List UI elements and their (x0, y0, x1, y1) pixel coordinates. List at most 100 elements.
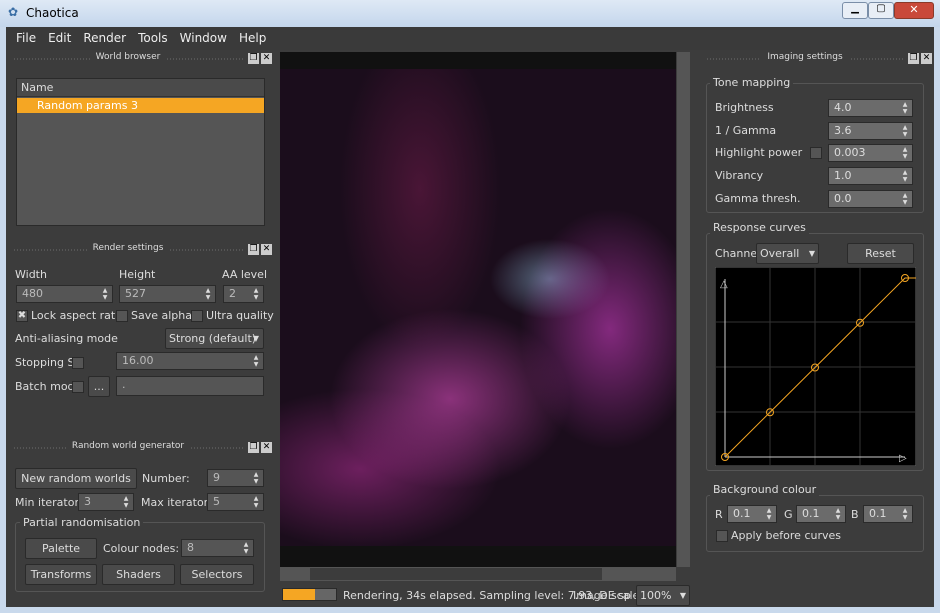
aa-level-spinbox[interactable]: 2 ▲ ▼ (223, 285, 264, 303)
close-button[interactable]: ✕ (894, 2, 934, 19)
float-icon[interactable]: ❐ (248, 244, 259, 255)
render-settings-title: Render settings (86, 243, 170, 253)
imaging-title: Imaging settings (761, 52, 849, 62)
g-label: G (784, 508, 793, 521)
r-label: R (715, 508, 723, 521)
spin-arrows-icon[interactable]: ▲ ▼ (899, 101, 911, 116)
selectors-button[interactable]: Selectors (180, 564, 254, 585)
spin-arrows-icon[interactable]: ▲ ▼ (99, 287, 111, 302)
spin-arrows-icon[interactable]: ▲ ▼ (250, 287, 262, 302)
tone-row-spinbox[interactable]: 0.0 ▲ ▼ (828, 189, 913, 208)
menu-bar: File Edit Render Tools Window Help (6, 27, 934, 50)
image-scale-dropdown[interactable]: 100% ▼ (636, 585, 690, 606)
menu-file[interactable]: File (10, 27, 42, 49)
width-label: Width (15, 268, 47, 281)
reset-button[interactable]: Reset (847, 243, 914, 264)
number-spinbox[interactable]: 9 ▲ ▼ (207, 469, 264, 487)
horizontal-scrollbar[interactable] (280, 567, 676, 581)
transforms-button[interactable]: Transforms (25, 564, 97, 585)
stopping-sl-checkbox[interactable] (72, 357, 84, 369)
spin-arrows-icon[interactable]: ▲ ▼ (899, 146, 911, 161)
scroll-thumb[interactable] (310, 568, 602, 580)
tone-row-spinbox[interactable]: 4.0 ▲ ▼ (828, 99, 913, 117)
image-scale-value: 100% (640, 589, 672, 602)
column-name[interactable]: Name (17, 79, 264, 97)
menu-edit[interactable]: Edit (42, 27, 77, 49)
batch-mode-checkbox[interactable] (72, 381, 84, 393)
stopping-sl-spinbox[interactable]: 16.00 ▲ ▼ (116, 352, 264, 370)
r-spinbox[interactable]: 0.1 ▲ ▼ (727, 505, 777, 523)
lock-aspect-label: Lock aspect ratio (31, 309, 126, 322)
aa-mode-dropdown[interactable]: Strong (default) ▼ (165, 328, 264, 349)
spin-arrows-icon[interactable]: ▲ ▼ (899, 169, 911, 184)
y-axis-arrow-icon: △ (720, 279, 728, 290)
world-tree[interactable]: Name Random params 3 (16, 78, 265, 226)
aa-level-label: AA level (222, 268, 268, 281)
vertical-scrollbar[interactable] (677, 52, 690, 567)
close-icon[interactable]: ✕ (261, 53, 272, 64)
float-icon[interactable]: ❐ (248, 53, 259, 64)
fractal-render-image (280, 69, 676, 546)
menu-render[interactable]: Render (77, 27, 132, 49)
g-spinbox[interactable]: 0.1 ▲ ▼ (796, 505, 846, 523)
batch-path-input[interactable]: . (116, 376, 264, 396)
colour-nodes-value: 8 (187, 541, 194, 554)
aa-value: 2 (229, 287, 236, 300)
tone-row-spinbox[interactable]: 3.6 ▲ ▼ (828, 121, 913, 140)
partial-randomisation-label: Partial randomisation (20, 516, 144, 529)
spin-arrows-icon[interactable]: ▲ ▼ (202, 287, 214, 302)
highlight-power-checkbox[interactable] (810, 147, 822, 160)
tone-row-value: 3.6 (834, 123, 852, 137)
colour-nodes-spinbox[interactable]: 8 ▲ ▼ (181, 539, 254, 557)
max-iterators-spinbox[interactable]: 5 ▲ ▼ (207, 493, 264, 511)
menu-window[interactable]: Window (174, 27, 233, 49)
spin-arrows-icon[interactable]: ▲ ▼ (250, 354, 262, 369)
tone-row-value: 0.0 (834, 191, 852, 205)
minimize-button[interactable]: ▁ (842, 2, 868, 19)
width-value: 480 (22, 287, 43, 300)
render-viewport[interactable] (280, 52, 676, 567)
shaders-button[interactable]: Shaders (102, 564, 175, 585)
new-random-worlds-button[interactable]: New random worlds (15, 468, 137, 489)
batch-browse-button[interactable]: ... (88, 376, 110, 397)
x-axis-arrow-icon: ▷ (899, 453, 907, 464)
tone-row-spinbox[interactable]: 1.0 ▲ ▼ (828, 167, 913, 186)
close-icon[interactable]: ✕ (921, 53, 932, 64)
apply-before-curves-checkbox[interactable] (716, 530, 728, 542)
spin-arrows-icon[interactable]: ▲ ▼ (899, 124, 911, 139)
tree-item[interactable]: Random params 3 (17, 98, 264, 113)
spin-arrows-icon[interactable]: ▲ ▼ (763, 507, 775, 522)
render-progress-bar (282, 588, 337, 601)
stopping-value: 16.00 (122, 354, 154, 367)
height-spinbox[interactable]: 527 ▲ ▼ (119, 285, 216, 303)
tone-row-spinbox[interactable]: 0.003 ▲ ▼ (828, 144, 913, 163)
spin-arrows-icon[interactable]: ▲ ▼ (832, 507, 844, 522)
menu-tools[interactable]: Tools (132, 27, 174, 49)
colour-nodes-label: Colour nodes: (103, 542, 180, 555)
float-icon[interactable]: ❐ (908, 53, 919, 64)
maximize-button[interactable]: ▢ (868, 2, 894, 19)
close-icon[interactable]: ✕ (261, 442, 272, 453)
spin-arrows-icon[interactable]: ▲ ▼ (240, 541, 252, 556)
width-spinbox[interactable]: 480 ▲ ▼ (16, 285, 113, 303)
chevron-down-icon: ▼ (808, 249, 815, 258)
close-icon[interactable]: ✕ (261, 244, 272, 255)
spin-arrows-icon[interactable]: ▲ ▼ (250, 471, 262, 486)
spin-arrows-icon[interactable]: ▲ ▼ (250, 495, 262, 510)
spin-arrows-icon[interactable]: ▲ ▼ (899, 192, 911, 207)
lock-aspect-checkbox[interactable]: ✖ (16, 310, 28, 322)
random-gen-header: Random world generator (12, 441, 244, 455)
min-iterators-spinbox[interactable]: 3 ▲ ▼ (78, 493, 134, 511)
spin-arrows-icon[interactable]: ▲ ▼ (899, 507, 911, 522)
ultra-quality-checkbox[interactable] (191, 310, 203, 322)
palette-button[interactable]: Palette (25, 538, 97, 559)
image-scale-label: Image scale: (573, 589, 643, 602)
save-alpha-checkbox[interactable] (116, 310, 128, 322)
channel-dropdown[interactable]: Overall ▼ (756, 243, 819, 264)
b-spinbox[interactable]: 0.1 ▲ ▼ (863, 505, 913, 523)
spin-arrows-icon[interactable]: ▲ ▼ (120, 495, 132, 510)
response-curve-editor[interactable]: ▷△ (715, 267, 916, 466)
menu-help[interactable]: Help (233, 27, 272, 49)
min-value: 3 (84, 495, 91, 508)
float-icon[interactable]: ❐ (248, 442, 259, 453)
